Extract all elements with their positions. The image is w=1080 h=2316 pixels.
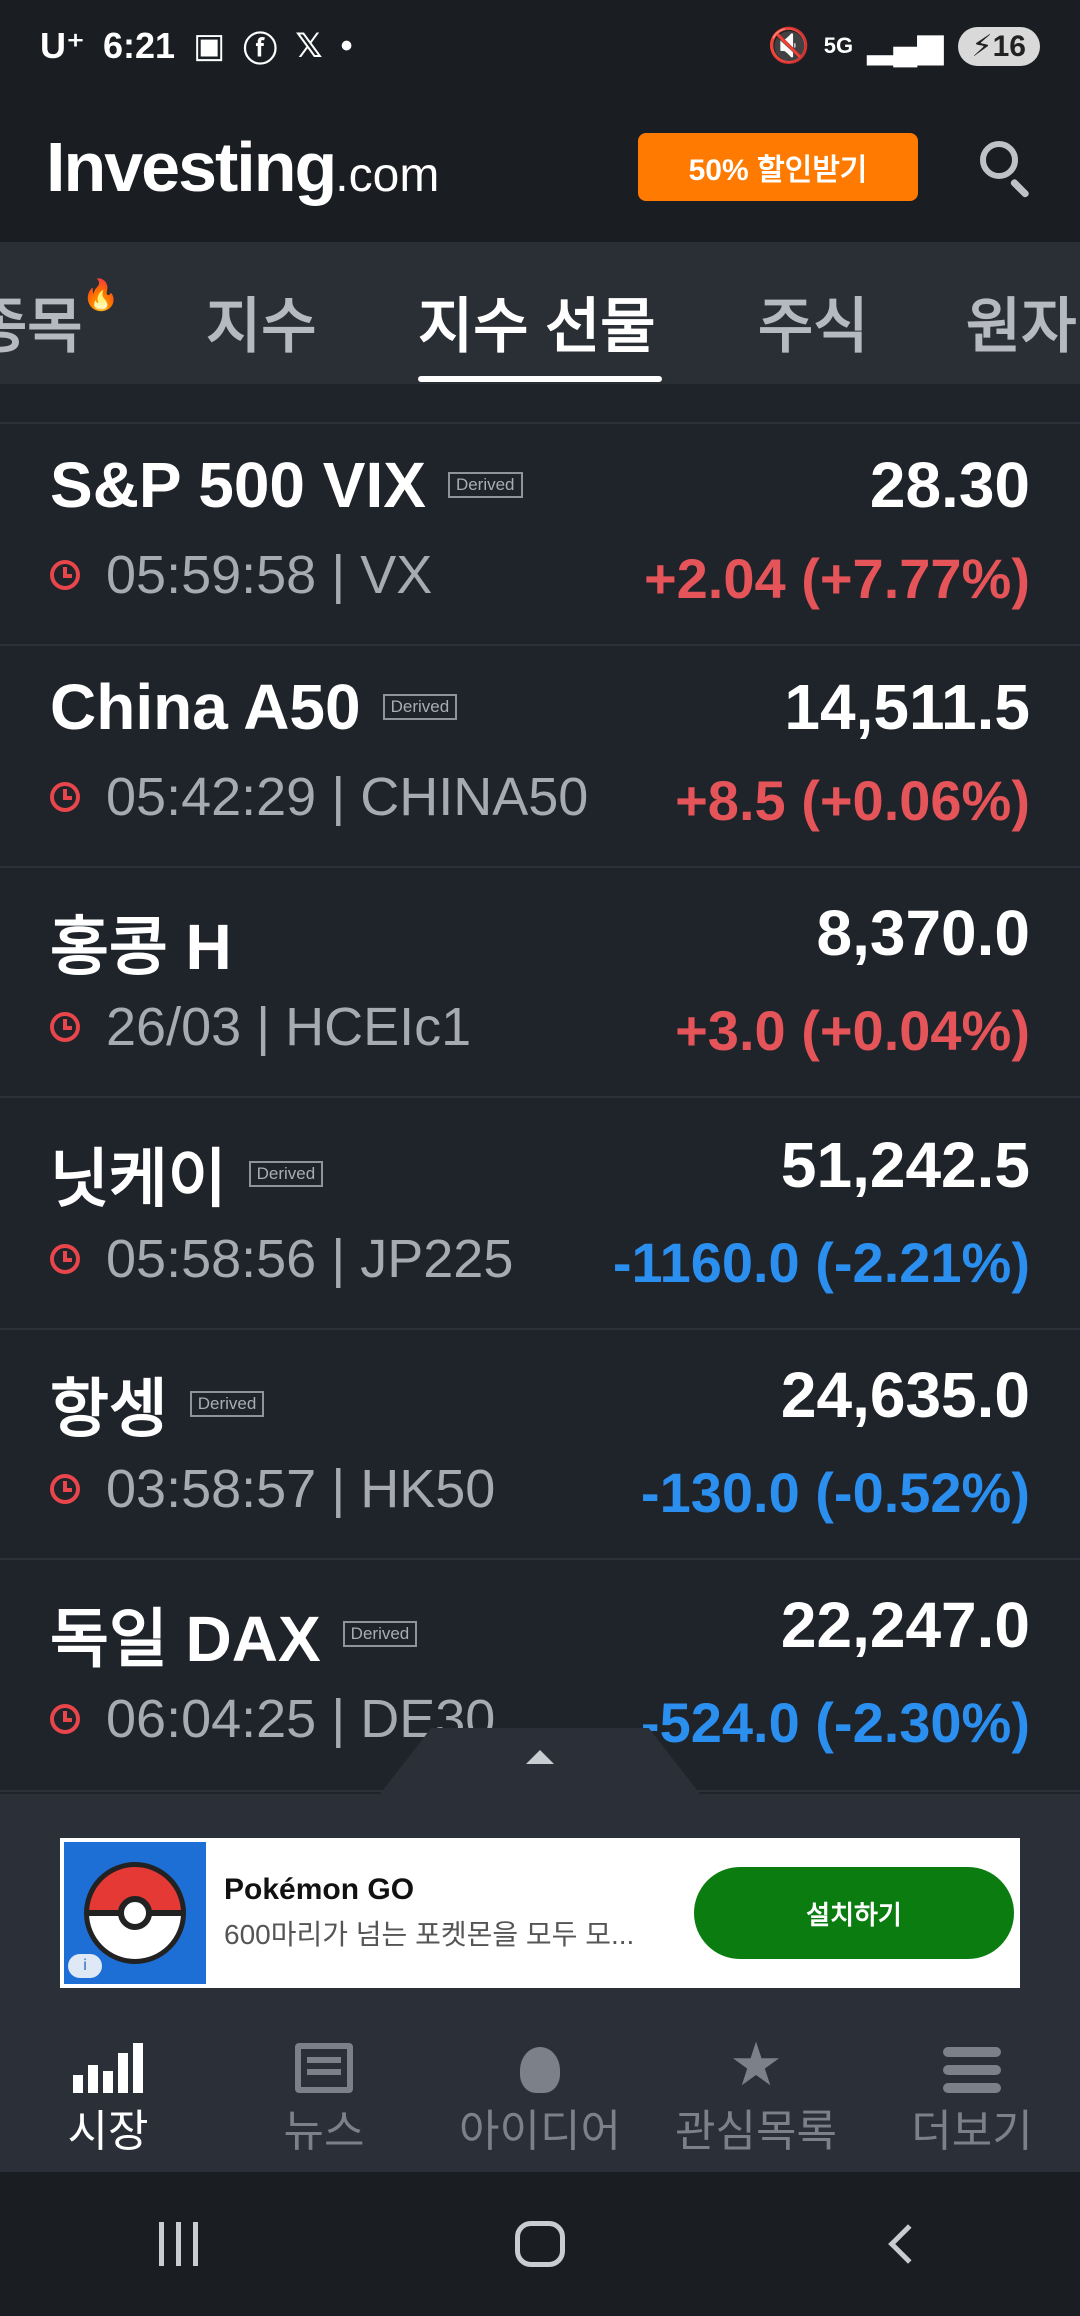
logo-domain: .com: [335, 149, 440, 202]
fire-icon: 🔥: [82, 279, 120, 312]
network-label: 5G: [823, 33, 854, 58]
instrument-change: -524.0 (-2.30%): [640, 1691, 1030, 1754]
system-nav-bar: [0, 2172, 1080, 2316]
instrument-name: China A50: [50, 671, 361, 743]
ad-banner[interactable]: i Pokémon GO 600마리가 넘는 포켓몬을 모두 모... 설치하기: [60, 1838, 1020, 1988]
bottom-nav: 시장 뉴스 아이디어 ★ 관심목록 더보기: [0, 2024, 1080, 2172]
facebook-icon: ⓕ: [243, 30, 278, 69]
clock-icon: [50, 1474, 80, 1504]
derived-badge: Derived: [189, 1391, 265, 1417]
tab-stocks[interactable]: 주식: [758, 278, 868, 365]
clock-icon: [50, 1244, 80, 1274]
list-item[interactable]: China A50 Derived 14,511.5 05:42:29 | CHI…: [0, 646, 1080, 868]
caret-up-icon: [526, 1750, 554, 1764]
instrument-time: 05:59:58 | VX: [106, 545, 433, 605]
star-icon: ★: [729, 2031, 783, 2098]
instrument-name: 독일 DAX: [50, 1603, 321, 1675]
install-button[interactable]: 설치하기: [694, 1867, 1014, 1959]
list-item[interactable]: 닛케이 Derived 51,242.5 05:58:56 | JP225 -11…: [0, 1098, 1080, 1330]
nav-label: 시장: [67, 2107, 149, 2156]
instrument-change: -1160.0 (-2.21%): [612, 1231, 1030, 1294]
instrument-price: 51,242.5: [780, 1129, 1030, 1201]
tab-commodities[interactable]: 원자: [966, 278, 1076, 365]
nav-label: 더보기: [911, 2107, 1033, 2156]
nav-ideas[interactable]: 아이디어: [432, 2024, 648, 2172]
battery-badge: ⚡16: [957, 26, 1040, 66]
active-tab-indicator: [418, 376, 662, 382]
list-item[interactable]: 항셍 Derived 24,635.0 03:58:57 | HK50 -130.…: [0, 1330, 1080, 1560]
instrument-name: 닛케이: [50, 1143, 227, 1215]
nav-label: 뉴스: [283, 2107, 365, 2156]
instrument-change: +2.04 (+7.77%): [643, 547, 1030, 610]
list-item[interactable]: 홍콩 H 8,370.0 26/03 | HCEIc1 +3.0 (+0.04%…: [0, 868, 1080, 1098]
status-bar: U⁺ 6:21 ▣ ⓕ 𝕏 • 🔇 5G ▂▄▆ ⚡16: [0, 0, 1080, 92]
ad-description: 600마리가 넘는 포켓몬을 모두 모...: [224, 1919, 635, 1950]
derived-badge: Derived: [447, 472, 523, 498]
logo[interactable]: Investing .com: [46, 127, 439, 207]
status-time: 6:21: [103, 25, 176, 66]
idea-icon: [520, 2047, 560, 2093]
tab-trending[interactable]: 종목🔥: [0, 278, 120, 365]
nav-watchlist[interactable]: ★ 관심목록: [648, 2024, 864, 2172]
instrument-name: S&P 500 VIX: [50, 449, 426, 521]
instrument-price: 22,247.0: [780, 1589, 1030, 1661]
battery-level: 16: [992, 29, 1026, 63]
clock-icon: [50, 560, 80, 590]
instrument-name: 홍콩 H: [50, 911, 232, 983]
instrument-name: 항셍: [50, 1373, 168, 1445]
recents-icon[interactable]: [158, 2222, 198, 2266]
nav-more[interactable]: 더보기: [864, 2024, 1080, 2172]
signal-icon: ▂▄▆: [867, 27, 944, 65]
instrument-time: 05:58:56 | JP225: [106, 1229, 514, 1289]
instrument-time: 05:42:29 | CHINA50: [106, 767, 589, 827]
nav-markets[interactable]: 시장: [0, 2024, 216, 2172]
derived-badge: Derived: [342, 1621, 418, 1647]
tab-index-futures[interactable]: 지수 선물: [418, 278, 655, 365]
back-icon[interactable]: [887, 2224, 928, 2264]
screenshot-icon: ▣: [193, 27, 226, 65]
mute-icon: 🔇: [767, 27, 810, 65]
collapse-ad-handle[interactable]: [380, 1728, 700, 1794]
instrument-change: -130.0 (-0.52%): [640, 1461, 1030, 1524]
instrument-time: 03:58:57 | HK50: [106, 1459, 496, 1519]
tab-indices[interactable]: 지수: [206, 278, 316, 365]
clock-icon: [50, 782, 80, 812]
instrument-change: +8.5 (+0.06%): [675, 769, 1030, 832]
nav-label: 관심목록: [675, 2107, 837, 2156]
ad-title: Pokémon GO: [224, 1873, 415, 1906]
nav-news[interactable]: 뉴스: [216, 2024, 432, 2172]
instrument-price: 8,370.0: [816, 897, 1030, 969]
instrument-change: +3.0 (+0.04%): [675, 999, 1030, 1062]
pokeball-app-icon: i: [64, 1842, 206, 1984]
futures-list: S&P 500 VIX Derived 28.30 05:59:58 | VX +…: [0, 384, 1080, 1794]
dot-icon: •: [340, 26, 353, 65]
app-header: Investing .com 50% 할인받기: [0, 92, 1080, 242]
clock-icon: [50, 1704, 80, 1734]
instrument-price: 24,635.0: [780, 1359, 1030, 1431]
derived-badge: Derived: [248, 1161, 324, 1187]
clock-icon: [50, 1012, 80, 1042]
promo-button[interactable]: 50% 할인받기: [638, 133, 918, 201]
ad-banner-area: i Pokémon GO 600마리가 넘는 포켓몬을 모두 모... 설치하기: [0, 1794, 1080, 2024]
carrier-label: U⁺: [40, 25, 85, 66]
list-item-partial: [0, 384, 1080, 424]
home-icon[interactable]: [514, 2221, 565, 2267]
chart-icon: [73, 2043, 143, 2093]
instrument-price: 14,511.5: [784, 671, 1030, 743]
ad-info-icon[interactable]: i: [68, 1954, 102, 1978]
news-icon: [295, 2043, 353, 2093]
menu-icon: [943, 2047, 1001, 2093]
list-item[interactable]: S&P 500 VIX Derived 28.30 05:59:58 | VX +…: [0, 424, 1080, 646]
logo-brand: Investing: [46, 128, 337, 206]
category-tabs: 종목🔥 지수 지수 선물 주식 원자: [0, 242, 1080, 384]
search-icon[interactable]: [978, 139, 1034, 199]
nav-label: 아이디어: [459, 2107, 621, 2156]
x-icon: 𝕏: [295, 27, 323, 65]
instrument-time: 26/03 | HCEIc1: [106, 997, 472, 1057]
derived-badge: Derived: [382, 694, 458, 720]
instrument-price: 28.30: [869, 449, 1030, 521]
